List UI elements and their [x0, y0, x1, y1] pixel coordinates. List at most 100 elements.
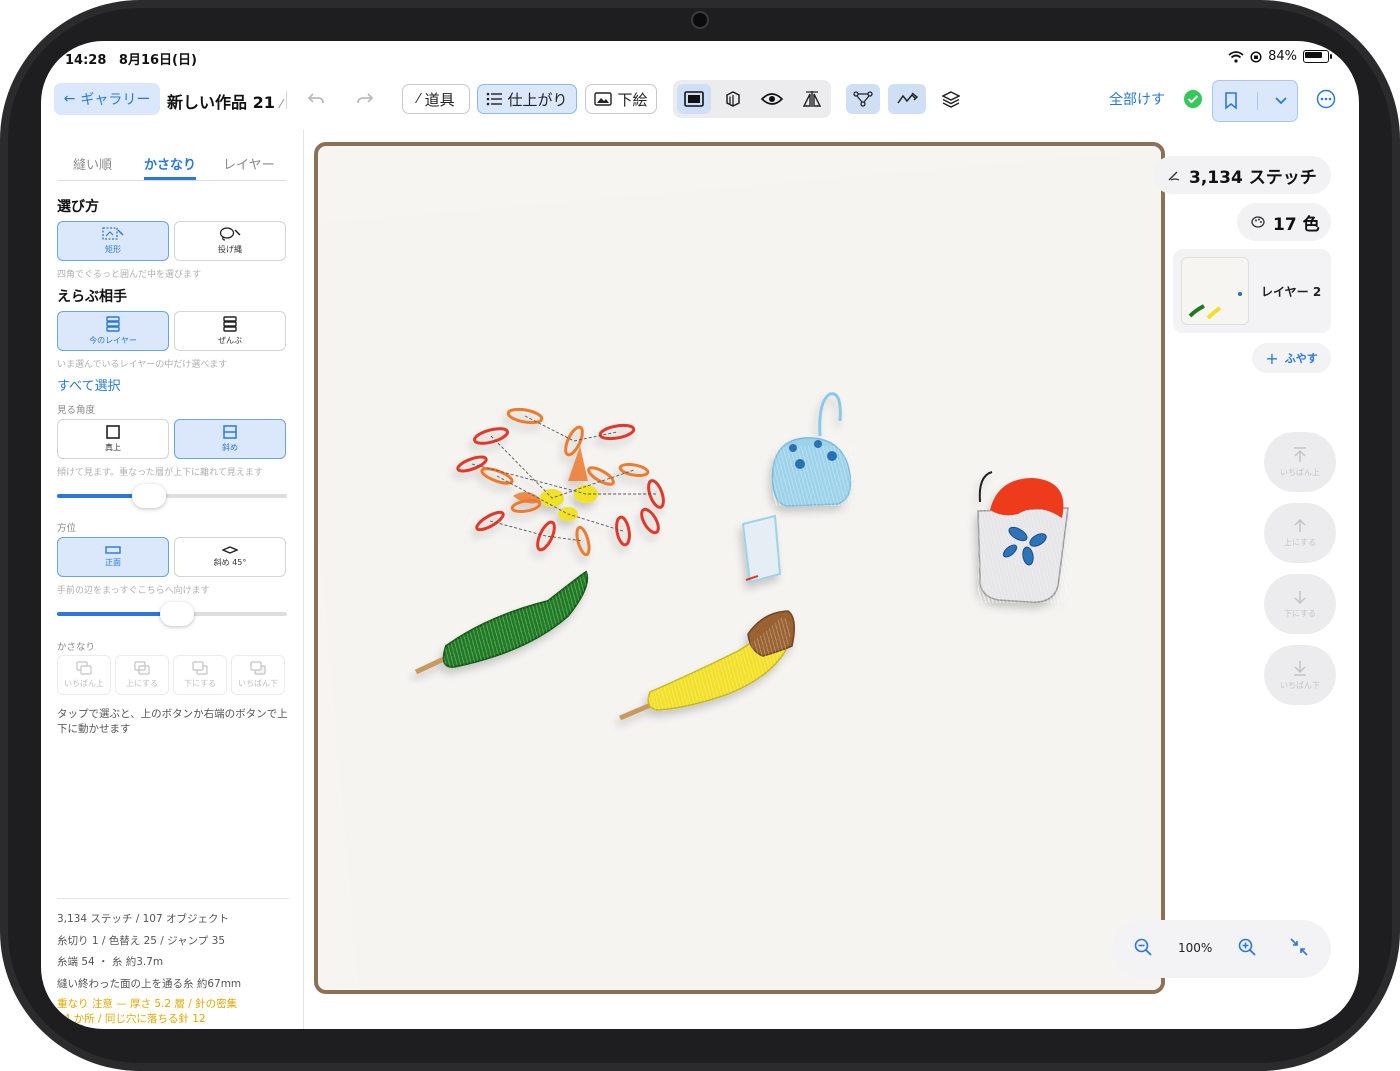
- layer-item[interactable]: レイヤー 2: [1173, 249, 1331, 333]
- layer-to-bottom-button[interactable]: いちばん下: [1264, 645, 1336, 705]
- option-label: 投げ縄: [218, 245, 242, 254]
- undo-button[interactable]: [299, 84, 333, 114]
- stacking-help-text: タップで選ぶと、上のボタンか右端のボタンで上下に動かせます: [57, 708, 288, 735]
- rect-select-icon: [102, 227, 124, 240]
- left-sidebar: 縫い順 かさなり レイヤー 選び方 矩形 投げ縄 四角でぐるっと囲んだ中を選びま…: [41, 130, 304, 1029]
- cucumber-on-stick-motif: [414, 570, 589, 675]
- selection-method-title: 選び方: [57, 199, 99, 215]
- finish-label: 仕上がり: [507, 90, 568, 109]
- zoom-in-button[interactable]: [1238, 938, 1256, 959]
- redo-icon: [357, 93, 374, 104]
- tools-button[interactable]: ⁄ 道具: [402, 84, 470, 114]
- date-text: 8月16日(日): [118, 53, 197, 68]
- oblique-view-option[interactable]: 斜め: [174, 419, 286, 459]
- zoom-in-icon: [1238, 938, 1256, 956]
- stack-icon: [106, 316, 120, 332]
- stitch-count-text: 3,134 ステッチ: [1189, 167, 1317, 188]
- overlap-warning: 84 か所 / 同じ穴に落ちる針 12: [57, 1013, 206, 1025]
- layer-down-button[interactable]: 下にする: [1264, 574, 1336, 634]
- list-icon: [487, 92, 503, 106]
- zoom-out-icon: [1134, 938, 1152, 956]
- status-time: 14:28 8月16日(日): [65, 49, 197, 68]
- option-label: 斜め: [222, 443, 238, 452]
- more-options-button[interactable]: [1315, 88, 1337, 110]
- shaved-ice-motif: [977, 471, 1069, 603]
- embroidery-canvas[interactable]: [314, 142, 1165, 994]
- bring-forward-icon: [134, 661, 150, 675]
- color-count-badge: 17 色: [1237, 203, 1331, 241]
- bring-to-front-button[interactable]: いちばん上: [57, 655, 111, 695]
- top-view-option[interactable]: 真上: [57, 419, 169, 459]
- document-title-text: 新しい作品 21: [167, 93, 275, 112]
- needle-thread-icon: [1168, 171, 1180, 181]
- arrow-left-icon: ←: [63, 91, 76, 107]
- send-backward-button[interactable]: 下にする: [173, 655, 227, 695]
- bring-front-icon: [76, 661, 92, 675]
- tab-layers[interactable]: レイヤー: [223, 154, 275, 173]
- sidebar-tabs: 縫い順 かさなり レイヤー: [57, 150, 287, 181]
- layer-to-top-button[interactable]: いちばん上: [1264, 432, 1336, 492]
- plus-icon: +: [1265, 348, 1279, 368]
- layer-up-button[interactable]: 上にする: [1264, 503, 1336, 563]
- layer-name: レイヤー 2: [1261, 285, 1322, 299]
- split-square-icon: [223, 425, 237, 439]
- bookmark-menu-button[interactable]: [1212, 80, 1298, 122]
- diagonal-direction-option[interactable]: 斜め 45°: [174, 537, 286, 577]
- tablet-bezel: 14:28 8月16日(日) 84% ← ギャラリー 新しい作品 21 ⁄ ⁄ …: [0, 0, 1400, 1071]
- current-layer-option[interactable]: 今のレイヤー: [57, 311, 169, 351]
- stitch-path-button[interactable]: [888, 84, 926, 114]
- battery-icon: [1303, 50, 1332, 63]
- option-label: 正面: [105, 558, 121, 567]
- 3d-view-button[interactable]: [716, 84, 750, 114]
- fit-to-screen-button[interactable]: [1290, 938, 1308, 959]
- document-title[interactable]: 新しい作品 21 ⁄: [167, 89, 282, 113]
- add-layer-button[interactable]: + ふやす: [1252, 343, 1331, 373]
- lasso-select-option[interactable]: 投げ縄: [174, 221, 286, 261]
- send-backward-icon: [192, 661, 208, 675]
- screen-lock-icon: [1250, 50, 1262, 63]
- zoom-level[interactable]: 100%: [1178, 941, 1212, 955]
- select-all-link[interactable]: すべて選択: [57, 375, 121, 394]
- cube-icon: [726, 91, 740, 107]
- rect-select-option[interactable]: 矩形: [57, 221, 169, 261]
- zoom-controls: 100%: [1112, 920, 1331, 978]
- lasso-icon: [219, 227, 241, 241]
- view-angle-slider[interactable]: [57, 484, 287, 508]
- gallery-back-button[interactable]: ← ギャラリー: [54, 83, 160, 115]
- finish-button[interactable]: 仕上がり: [477, 84, 577, 114]
- node-edit-button[interactable]: [846, 84, 880, 114]
- brush-icon: ⁄: [417, 91, 420, 107]
- view-angle-label: 見る角度: [57, 405, 96, 416]
- tab-sew-order[interactable]: 縫い順: [73, 154, 112, 173]
- send-to-back-button[interactable]: いちばん下: [231, 655, 285, 695]
- front-direction-option[interactable]: 正面: [57, 537, 169, 577]
- slider-thumb[interactable]: [160, 602, 194, 626]
- arrow-up-icon: [1294, 518, 1306, 532]
- layers-button[interactable]: [934, 84, 968, 114]
- nodes-icon: [853, 91, 873, 107]
- layer-thumbnail-image: [1188, 292, 1242, 320]
- preview-button[interactable]: [755, 84, 789, 114]
- status-indicators: 84%: [1228, 49, 1332, 64]
- mirror-button[interactable]: [795, 84, 829, 114]
- app-screen: 14:28 8月16日(日) 84% ← ギャラリー 新しい作品 21 ⁄ ⁄ …: [41, 41, 1359, 1029]
- slider-fill: [57, 612, 177, 616]
- slider-thumb[interactable]: [132, 484, 166, 508]
- palette-icon: [1251, 216, 1265, 228]
- divider: [1256, 92, 1258, 110]
- target-title: えらぶ相手: [57, 289, 127, 305]
- all-layers-option[interactable]: ぜんぶ: [174, 311, 286, 351]
- direction-slider[interactable]: [57, 602, 287, 626]
- tab-overlap[interactable]: かさなり: [144, 154, 197, 180]
- order-label: 下にする: [183, 679, 217, 688]
- back-label: ギャラリー: [80, 92, 151, 108]
- bring-forward-button[interactable]: 上にする: [115, 655, 169, 695]
- underdrawing-button[interactable]: 下絵: [585, 84, 657, 114]
- image-view-button[interactable]: [677, 84, 711, 114]
- redo-button[interactable]: [348, 84, 382, 114]
- shrink-arrows-icon: [1290, 938, 1308, 956]
- erase-all-button[interactable]: 全部けす: [1105, 84, 1169, 114]
- wind-chime-motif: [741, 392, 853, 584]
- order-label: いちばん下: [1280, 680, 1320, 690]
- zoom-out-button[interactable]: [1134, 938, 1152, 959]
